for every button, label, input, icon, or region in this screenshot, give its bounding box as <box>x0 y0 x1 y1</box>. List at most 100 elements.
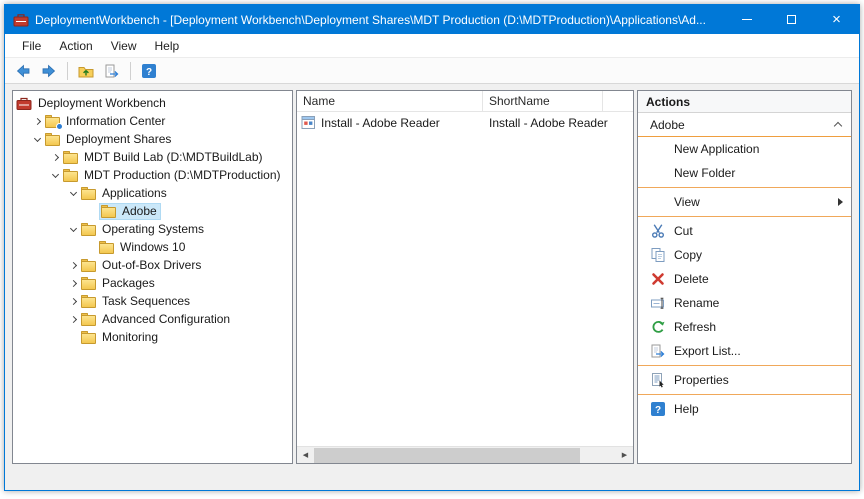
action-label: Help <box>674 402 699 416</box>
tree-item-label: Applications <box>102 186 167 200</box>
tree-item-windows-10[interactable]: Windows 10 <box>13 238 292 256</box>
action-copy[interactable]: Copy <box>638 243 851 267</box>
tree-item-out-of-box-drivers[interactable]: Out-of-Box Drivers <box>13 256 292 274</box>
toolbar-separator <box>67 62 68 80</box>
tree-item-task-sequences[interactable]: Task Sequences <box>13 292 292 310</box>
chevron-right-icon[interactable] <box>65 263 81 268</box>
tree-item-packages[interactable]: Packages <box>13 274 292 292</box>
actions-pane-title: Actions <box>638 91 851 113</box>
forward-button[interactable] <box>37 60 61 82</box>
tree-item-label: Windows 10 <box>120 240 185 254</box>
horizontal-scrollbar[interactable]: ◀ ▶ <box>297 446 633 463</box>
list-header: Name ShortName <box>297 91 633 112</box>
folder-icon <box>101 205 117 218</box>
chevron-down-icon[interactable] <box>65 192 81 195</box>
help-button[interactable]: ? <box>137 60 161 82</box>
scroll-left-arrow-icon[interactable]: ◀ <box>297 447 314 464</box>
tree-item-monitoring[interactable]: Monitoring <box>13 328 292 346</box>
minimize-button[interactable] <box>724 5 769 34</box>
chevron-down-icon[interactable] <box>29 138 45 141</box>
list-row-install-adobe-reader[interactable]: Install - Adobe Reader Install - Adobe R… <box>297 113 633 132</box>
toolbar-separator <box>130 62 131 80</box>
column-header-shortname[interactable]: ShortName <box>483 91 603 111</box>
forward-arrow-icon <box>41 63 57 79</box>
action-label: Cut <box>674 224 693 238</box>
folder-icon <box>45 115 61 128</box>
application-icon <box>301 115 316 130</box>
chevron-right-icon[interactable] <box>29 119 45 124</box>
folder-icon <box>81 295 97 308</box>
collapse-chevron-icon[interactable] <box>834 122 842 130</box>
tree-item-information-center[interactable]: Information Center <box>13 112 292 130</box>
menu-action[interactable]: Action <box>50 34 101 57</box>
help-icon: ? <box>141 63 157 79</box>
copy-icon <box>650 247 666 263</box>
action-delete[interactable]: Delete <box>638 267 851 291</box>
back-arrow-icon <box>15 63 31 79</box>
action-label: Copy <box>674 248 702 262</box>
tree-item-operating-systems[interactable]: Operating Systems <box>13 220 292 238</box>
tree-item-label: Operating Systems <box>102 222 204 236</box>
chevron-right-icon[interactable] <box>65 299 81 304</box>
action-cut[interactable]: Cut <box>638 219 851 243</box>
column-header-blank <box>603 91 633 111</box>
maximize-button[interactable] <box>769 5 814 34</box>
action-rename[interactable]: Rename <box>638 291 851 315</box>
list-cell-shortname: Install - Adobe Reader <box>483 116 608 130</box>
maximize-icon <box>787 15 796 24</box>
tree-item-label: Out-of-Box Drivers <box>102 258 201 272</box>
help-icon: ? <box>650 401 666 417</box>
main-area: Deployment Workbench Information Center … <box>5 84 859 490</box>
up-one-level-button[interactable] <box>74 60 98 82</box>
tree-item-mdt-production[interactable]: MDT Production (D:\MDTProduction) <box>13 166 292 184</box>
folder-icon <box>81 187 97 200</box>
action-help[interactable]: ? Help <box>638 397 851 421</box>
actions-group-adobe[interactable]: Adobe <box>638 113 851 137</box>
selected-tree-item[interactable]: Adobe <box>99 203 161 220</box>
column-header-name[interactable]: Name <box>297 91 483 111</box>
action-new-application[interactable]: New Application <box>638 137 851 161</box>
titlebar[interactable]: DeploymentWorkbench - [Deployment Workbe… <box>5 5 859 34</box>
chevron-right-icon[interactable] <box>47 155 63 160</box>
action-label: New Folder <box>674 166 735 180</box>
tree-item-advanced-configuration[interactable]: Advanced Configuration <box>13 310 292 328</box>
tree-item-adobe[interactable]: Adobe <box>13 202 292 220</box>
tree-item-label: MDT Production (D:\MDTProduction) <box>84 168 281 182</box>
chevron-down-icon[interactable] <box>47 174 63 177</box>
actions-divider <box>638 365 851 366</box>
action-view[interactable]: View <box>638 190 851 214</box>
tree-item-label: MDT Build Lab (D:\MDTBuildLab) <box>84 150 263 164</box>
menu-help[interactable]: Help <box>146 34 189 57</box>
actions-divider <box>638 394 851 395</box>
tree-item-label: Task Sequences <box>102 294 190 308</box>
properties-icon <box>650 372 666 388</box>
minimize-icon <box>742 19 752 20</box>
chevron-down-icon[interactable] <box>65 228 81 231</box>
chevron-right-icon[interactable] <box>65 281 81 286</box>
back-button[interactable] <box>11 60 35 82</box>
console-tree-pane: Deployment Workbench Information Center … <box>12 90 293 464</box>
action-label: Delete <box>674 272 709 286</box>
menu-view[interactable]: View <box>102 34 146 57</box>
tree-item-applications[interactable]: Applications <box>13 184 292 202</box>
results-list-pane: Name ShortName Install - Adobe Reader <box>296 90 634 464</box>
scrollbar-thumb[interactable] <box>314 448 580 463</box>
action-refresh[interactable]: Refresh <box>638 315 851 339</box>
tree-item-deployment-shares[interactable]: Deployment Shares <box>13 130 292 148</box>
folder-icon <box>63 151 79 164</box>
folder-icon <box>99 241 115 254</box>
action-properties[interactable]: Properties <box>638 368 851 392</box>
actions-divider <box>638 216 851 217</box>
action-export-list[interactable]: Export List... <box>638 339 851 363</box>
scroll-right-arrow-icon[interactable]: ▶ <box>616 447 633 464</box>
folder-icon <box>81 313 97 326</box>
action-new-folder[interactable]: New Folder <box>638 161 851 185</box>
refresh-icon <box>650 319 666 335</box>
menu-file[interactable]: File <box>13 34 50 57</box>
folder-icon <box>81 277 97 290</box>
close-button[interactable]: × <box>814 5 859 34</box>
tree-item-mdt-build-lab[interactable]: MDT Build Lab (D:\MDTBuildLab) <box>13 148 292 166</box>
chevron-right-icon[interactable] <box>65 317 81 322</box>
export-list-button[interactable] <box>100 60 124 82</box>
tree-item-deployment-workbench[interactable]: Deployment Workbench <box>13 94 292 112</box>
